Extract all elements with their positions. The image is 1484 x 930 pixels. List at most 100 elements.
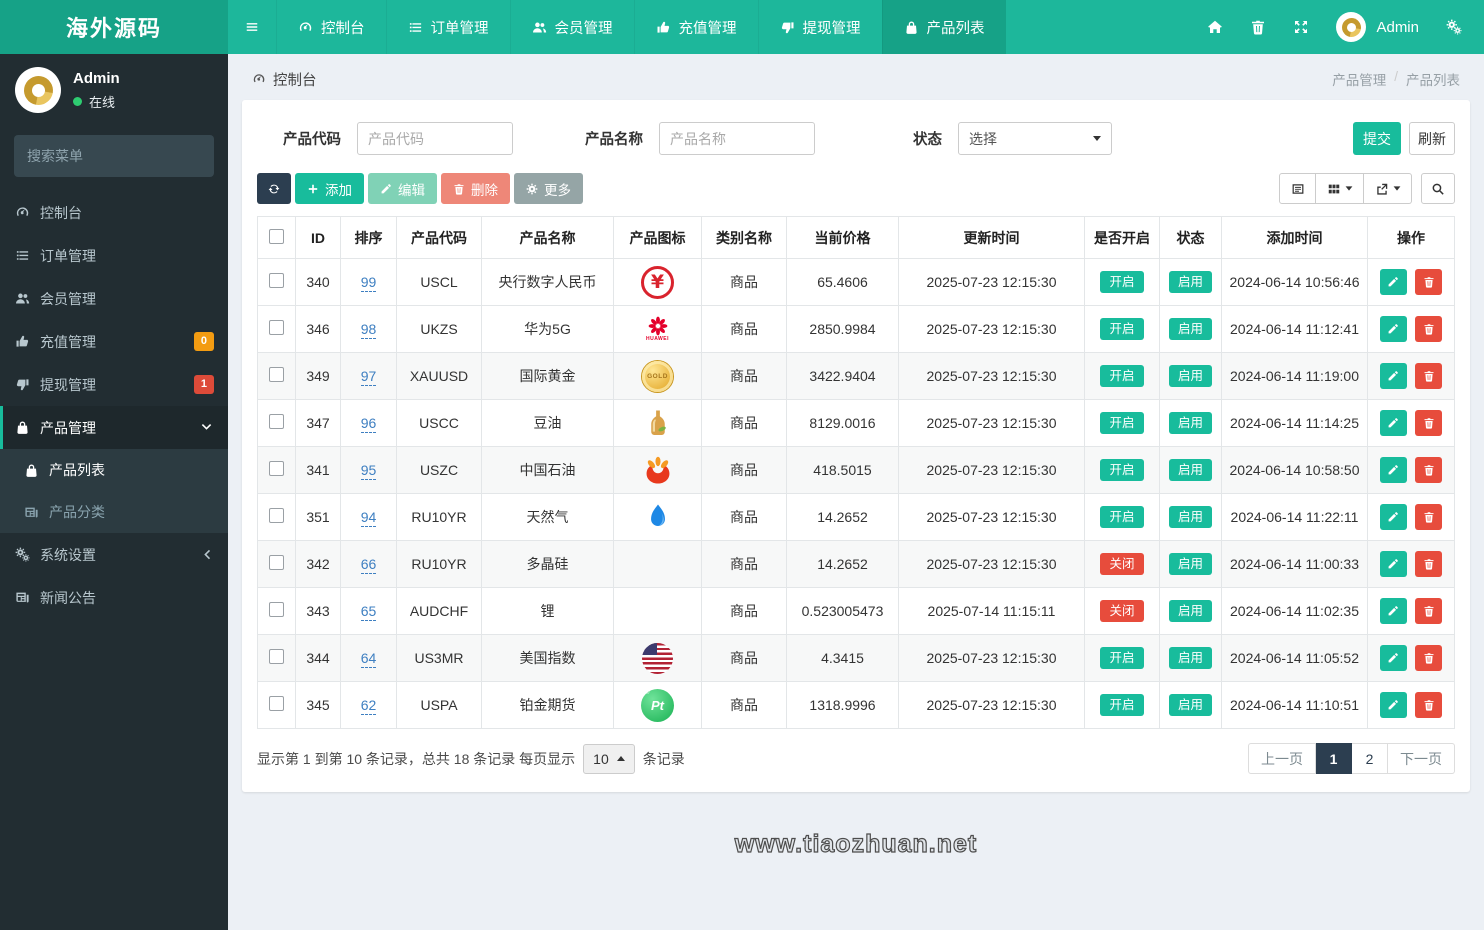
col-name: 产品名称: [481, 216, 614, 259]
sort-link[interactable]: 66: [360, 556, 377, 574]
gears-icon[interactable]: [1446, 19, 1462, 35]
row-checkbox[interactable]: [269, 273, 284, 288]
delete-button[interactable]: [1415, 551, 1443, 577]
home-icon[interactable]: [1207, 19, 1223, 35]
nav-item-orders[interactable]: 订单管理: [385, 0, 510, 54]
prev-page-button[interactable]: 上一页: [1248, 743, 1316, 774]
row-checkbox[interactable]: [269, 696, 284, 711]
refresh-button[interactable]: 刷新: [1409, 122, 1455, 155]
edit-button[interactable]: [1379, 692, 1407, 718]
page-button-1[interactable]: 1: [1316, 743, 1352, 774]
sidebar-item-orders[interactable]: 订单管理: [0, 234, 228, 277]
edit-button-toolbar[interactable]: 编辑: [368, 173, 437, 204]
delete-button[interactable]: [1415, 692, 1443, 718]
sidebar-search-input[interactable]: [27, 148, 208, 164]
sidebar-item-recharge[interactable]: 充值管理 0: [0, 320, 228, 363]
sidebar-item-product-category[interactable]: 产品分类: [0, 491, 228, 533]
trash-icon[interactable]: [1250, 19, 1266, 35]
sort-link[interactable]: 99: [360, 274, 377, 292]
reload-button[interactable]: [257, 173, 291, 204]
delete-button[interactable]: [1415, 598, 1443, 624]
sidebar-item-product-management[interactable]: 产品管理: [0, 406, 228, 449]
delete-button[interactable]: [1415, 269, 1443, 295]
delete-button[interactable]: [1415, 316, 1443, 342]
sort-link[interactable]: 96: [360, 415, 377, 433]
sort-link[interactable]: 94: [360, 509, 377, 527]
table-row: 344 64 US3MR 美国指数 商品 4.3415 2025-07-23 1…: [257, 634, 1455, 682]
nav-item-recharge[interactable]: 充值管理: [633, 0, 758, 54]
name-filter-input[interactable]: [659, 122, 815, 155]
row-checkbox[interactable]: [269, 555, 284, 570]
sort-link[interactable]: 65: [360, 603, 377, 621]
caret-down-icon: [1393, 186, 1400, 191]
cell-open: 开启: [1084, 305, 1160, 353]
edit-button[interactable]: [1379, 551, 1407, 577]
edit-button[interactable]: [1379, 363, 1407, 389]
sort-link[interactable]: 62: [360, 697, 377, 715]
open-badge: 开启: [1100, 693, 1144, 717]
sidebar-item-dashboard[interactable]: 控制台: [0, 191, 228, 234]
newspaper-icon: [24, 505, 39, 520]
nav-item-dashboard[interactable]: 控制台: [276, 0, 386, 54]
edit-button[interactable]: [1379, 504, 1407, 530]
edit-button[interactable]: [1379, 457, 1407, 483]
sidebar-item-settings[interactable]: 系统设置: [0, 533, 228, 576]
edit-button[interactable]: [1379, 598, 1407, 624]
edit-button[interactable]: [1379, 645, 1407, 671]
col-sort: 排序: [340, 216, 397, 259]
sort-link[interactable]: 64: [360, 650, 377, 668]
select-all-checkbox[interactable]: [269, 228, 284, 244]
nav-item-withdraw[interactable]: 提现管理: [757, 0, 882, 54]
brand-logo[interactable]: 海外源码: [0, 0, 228, 54]
row-checkbox[interactable]: [269, 320, 284, 335]
row-checkbox[interactable]: [269, 602, 284, 617]
sidebar-item-members[interactable]: 会员管理: [0, 277, 228, 320]
export-button[interactable]: [1364, 173, 1412, 204]
submit-button[interactable]: 提交: [1353, 122, 1401, 155]
cell-category: 商品: [701, 540, 787, 588]
fullscreen-arrows-icon[interactable]: [1293, 19, 1309, 35]
sort-link[interactable]: 98: [360, 321, 377, 339]
code-filter-input[interactable]: [357, 122, 513, 155]
delete-button[interactable]: [1415, 645, 1443, 671]
delete-button[interactable]: [1415, 504, 1443, 530]
breadcrumb-item[interactable]: 产品管理: [1332, 69, 1386, 89]
row-checkbox[interactable]: [269, 461, 284, 476]
pencil-icon: [1387, 276, 1399, 288]
page-size-select[interactable]: 10: [583, 743, 635, 774]
sort-link[interactable]: 97: [360, 368, 377, 386]
cell-name: 国际黄金: [481, 352, 614, 400]
sidebar-item-product-list[interactable]: 产品列表: [0, 449, 228, 491]
pencil-icon: [1387, 652, 1399, 664]
cell-category: 商品: [701, 352, 787, 400]
status-badge: 启用: [1168, 411, 1212, 435]
columns-button[interactable]: [1316, 173, 1364, 204]
nav-item-products[interactable]: 产品列表: [881, 0, 1006, 54]
row-checkbox[interactable]: [269, 367, 284, 382]
more-button[interactable]: 更多: [514, 173, 583, 204]
edit-button[interactable]: [1379, 410, 1407, 436]
sidebar-item-news[interactable]: 新闻公告: [0, 576, 228, 619]
delete-button-toolbar[interactable]: 删除: [441, 173, 510, 204]
detail-view-button[interactable]: [1279, 173, 1316, 204]
delete-button[interactable]: [1415, 363, 1443, 389]
row-checkbox[interactable]: [269, 508, 284, 523]
delete-button[interactable]: [1415, 457, 1443, 483]
add-button[interactable]: 添加: [295, 173, 364, 204]
table-search-button[interactable]: [1421, 173, 1455, 204]
row-checkbox[interactable]: [269, 649, 284, 664]
edit-button[interactable]: [1379, 269, 1407, 295]
sort-link[interactable]: 95: [360, 462, 377, 480]
edit-button[interactable]: [1379, 316, 1407, 342]
page-button-2[interactable]: 2: [1352, 743, 1388, 774]
cell-open: 开启: [1084, 681, 1160, 729]
status-filter-select[interactable]: 选择: [958, 122, 1112, 155]
pagination: 上一页 1 2 下一页: [1248, 743, 1455, 774]
sidebar-toggle-button[interactable]: [228, 0, 276, 54]
next-page-button[interactable]: 下一页: [1388, 743, 1455, 774]
delete-button[interactable]: [1415, 410, 1443, 436]
row-checkbox[interactable]: [269, 414, 284, 429]
user-menu[interactable]: Admin: [1336, 12, 1419, 42]
nav-item-members[interactable]: 会员管理: [509, 0, 634, 54]
sidebar-item-withdraw[interactable]: 提现管理 1: [0, 363, 228, 406]
